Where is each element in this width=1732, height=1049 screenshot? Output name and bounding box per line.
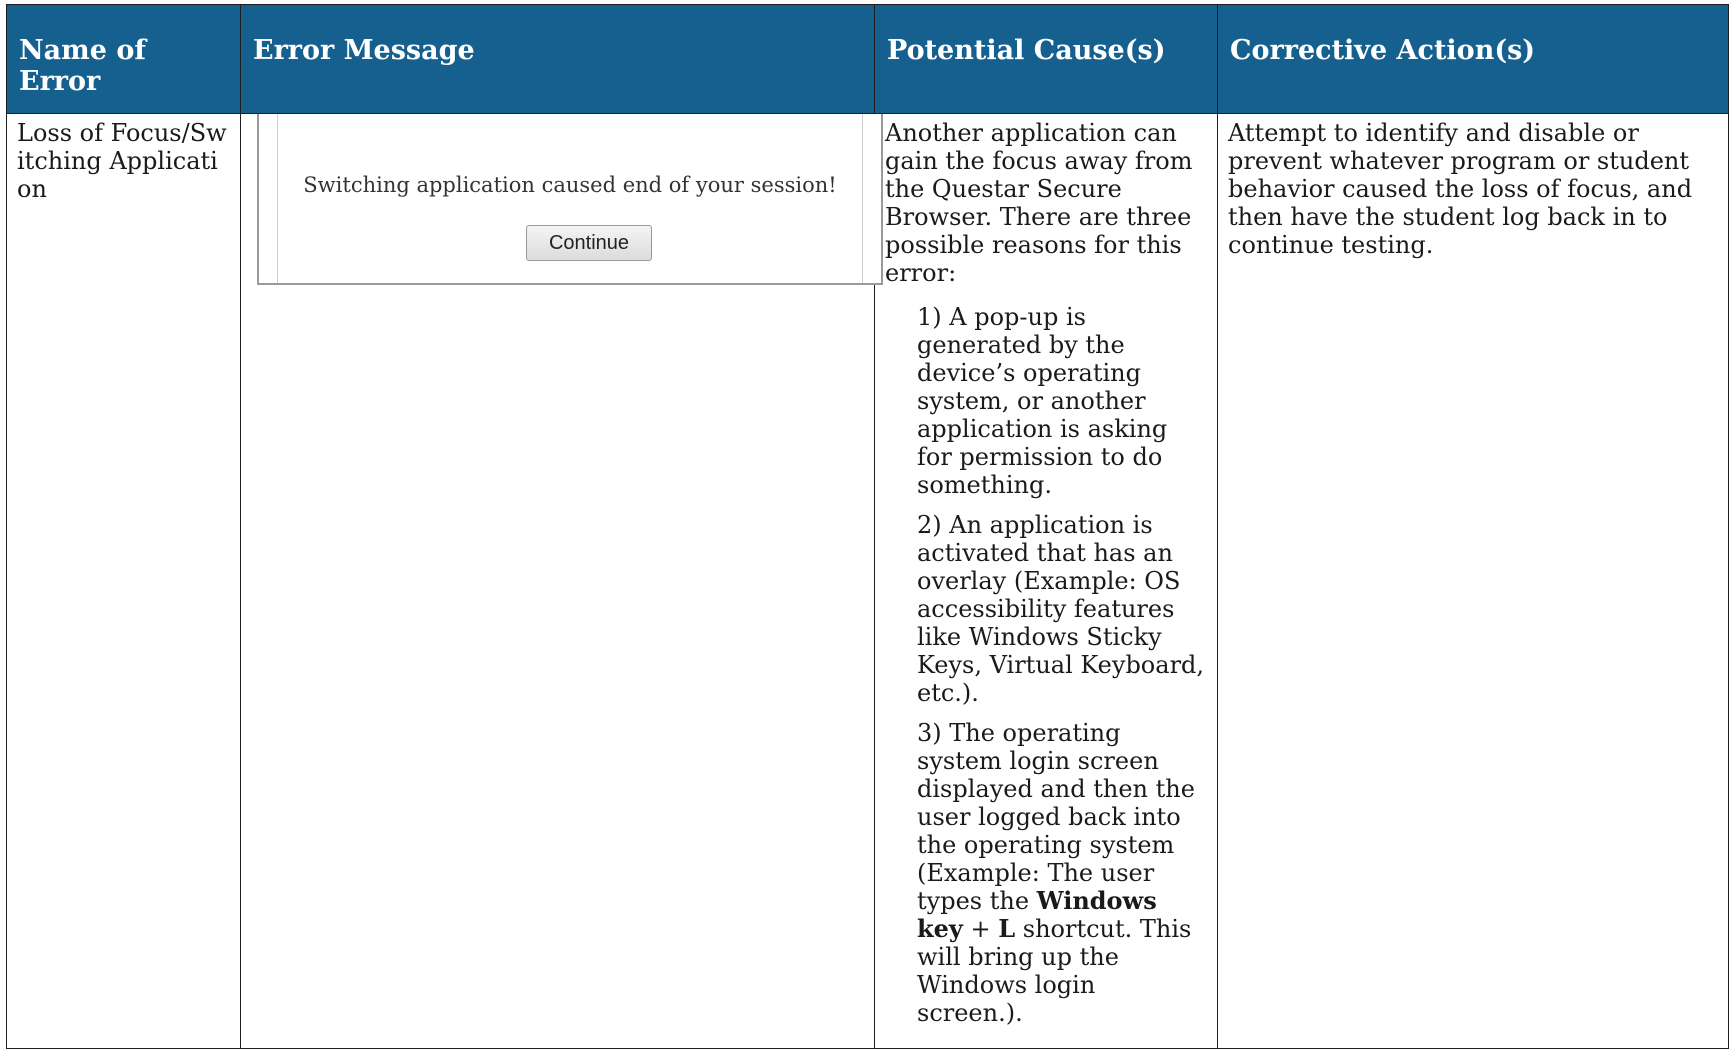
table-row: Loss of Focus/Switching Application Swit… — [6, 113, 1729, 1049]
cause-item-1: 1) A pop-up is generated by the device’s… — [917, 303, 1168, 499]
continue-button: Continue — [526, 225, 652, 261]
cause-intro: Another application can gain the focus a… — [885, 119, 1193, 287]
error-table: Name of Error Error Message Potential Ca… — [6, 4, 1729, 1049]
cause-item-3: 3) The operating system login screen dis… — [917, 719, 1207, 1027]
error-dialog-text: Switching application caused end of your… — [303, 173, 837, 197]
header-name-of-error: Name of Error — [6, 4, 241, 114]
error-name-cell: Loss of Focus/Switching Application — [6, 113, 241, 1049]
corrective-action-text: Attempt to identify and disable or preve… — [1228, 119, 1693, 259]
header-error-message: Error Message — [240, 4, 875, 114]
error-dialog-screenshot: Switching application caused end of your… — [257, 114, 883, 285]
cause-item-2: 2) An application is activated that has … — [917, 511, 1205, 707]
potential-causes-cell: Another application can gain the focus a… — [874, 113, 1218, 1049]
header-potential-causes: Potential Cause(s) — [874, 4, 1218, 114]
header-corrective-actions: Corrective Action(s) — [1217, 4, 1729, 114]
corrective-actions-cell: Attempt to identify and disable or preve… — [1217, 113, 1729, 1049]
error-message-cell: Switching application caused end of your… — [240, 113, 883, 1049]
l-key-label: L — [998, 914, 1016, 943]
header-row: Name of Error Error Message Potential Ca… — [6, 4, 1729, 114]
plus-sign: + — [970, 915, 991, 943]
